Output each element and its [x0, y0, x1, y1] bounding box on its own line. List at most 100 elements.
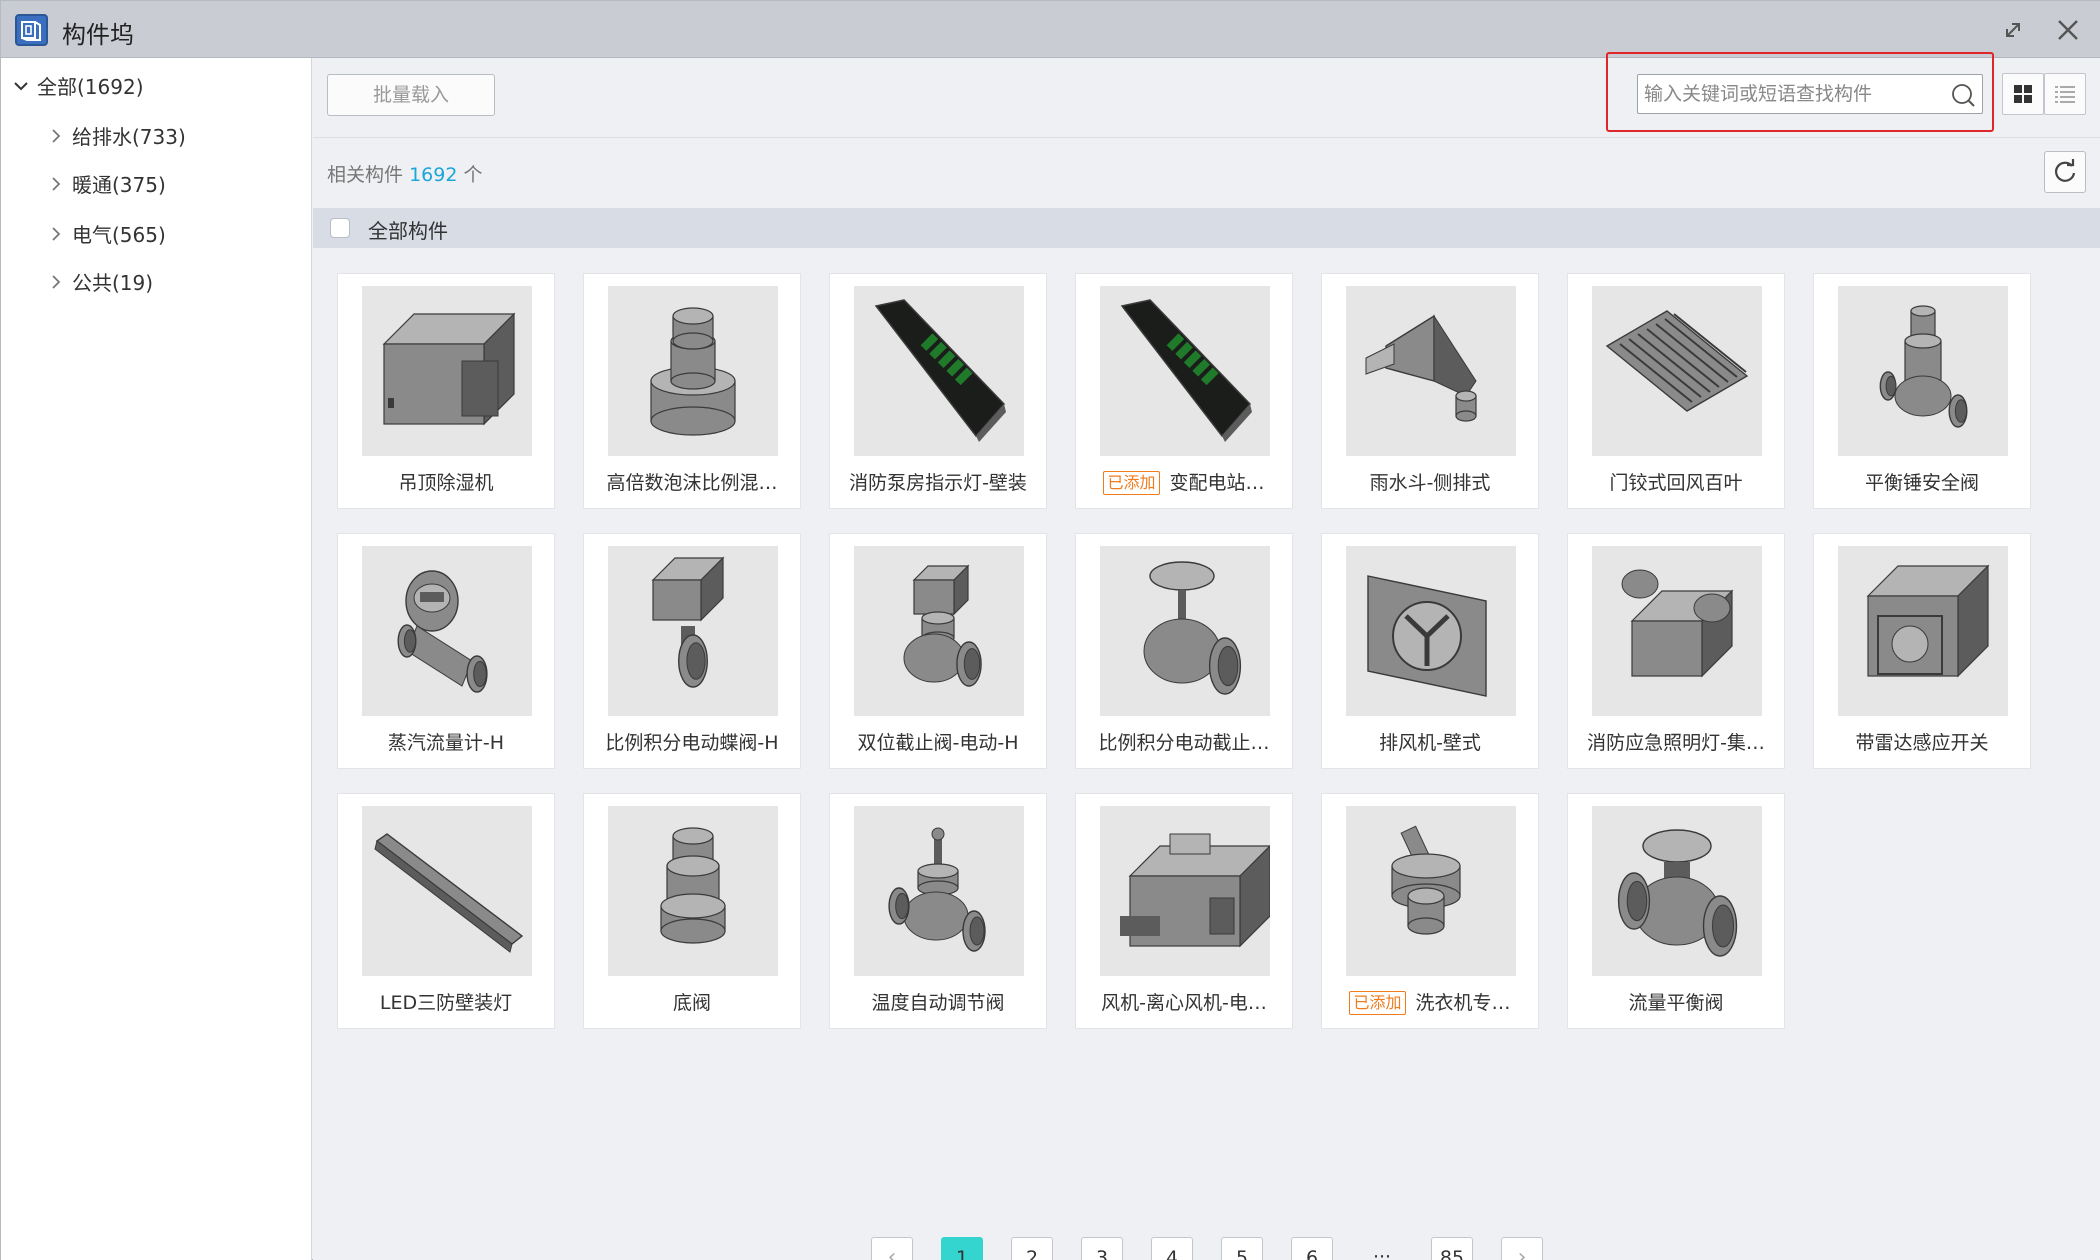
result-count: 1692 [409, 164, 458, 186]
component-name: LED三防壁装灯 [379, 992, 513, 1014]
component-card[interactable]: ▮▮▮▮▮ 已添加 变配电站… [1075, 273, 1293, 509]
component-name: 带雷达感应开关 [1855, 732, 1989, 754]
component-card[interactable]: 底阀 [583, 793, 801, 1029]
component-caption: 消防应急照明灯-集… [1572, 728, 1780, 755]
page-2-button[interactable]: 2 [1011, 1237, 1053, 1260]
prev-page-button[interactable]: ‹ [871, 1237, 913, 1260]
component-card[interactable]: 温度自动调节阀 [829, 793, 1047, 1029]
page-3-button[interactable]: 3 [1081, 1237, 1123, 1260]
list-view-icon [2055, 86, 2075, 103]
select-all-checkbox[interactable] [330, 218, 350, 238]
next-page-button[interactable]: › [1501, 1237, 1543, 1260]
refresh-button[interactable] [2044, 151, 2086, 193]
component-name: 比例积分电动蝶阀-H [605, 732, 779, 754]
component-name: 蒸汽流量计-H [387, 732, 505, 754]
component-name: 高倍数泡沫比例混… [606, 472, 778, 494]
safety-valve-icon [1838, 286, 2008, 456]
indicator-sign-icon: ▮▮▮▮▮ [1100, 286, 1270, 456]
batch-load-button[interactable]: 批量载入 [327, 74, 495, 116]
component-card[interactable]: 雨水斗-侧排式 [1321, 273, 1539, 509]
page-1-button[interactable]: 1 [941, 1237, 983, 1260]
component-card[interactable]: 排风机-壁式 [1321, 533, 1539, 769]
component-caption: 带雷达感应开关 [1818, 728, 2026, 755]
component-name: 平衡锤安全阀 [1864, 472, 1979, 494]
tree-item-label: 全部(1692) [37, 75, 144, 99]
butterfly-valve-icon [608, 546, 778, 716]
component-caption: 排风机-壁式 [1326, 728, 1534, 755]
chevron-right-icon[interactable] [48, 226, 72, 247]
search-icon[interactable] [1950, 82, 1976, 108]
component-name: 消防泵房指示灯-壁装 [849, 472, 1027, 494]
component-name: 变配电站… [1169, 472, 1265, 494]
component-name: 风机-离心风机-电… [1101, 992, 1267, 1014]
temperature-valve-icon [854, 806, 1024, 976]
component-caption: 底阀 [588, 988, 796, 1015]
component-caption: 高倍数泡沫比例混… [588, 468, 796, 495]
result-count-text: 相关构件 1692 个 [327, 160, 482, 187]
tree-item-hvac[interactable]: 暖通(375) [48, 169, 166, 199]
component-name: 吊顶除湿机 [398, 472, 494, 494]
component-card[interactable]: LED三防壁装灯 [337, 793, 555, 1029]
close-icon[interactable] [2051, 13, 2085, 47]
balancing-valve-icon [1592, 806, 1762, 976]
added-badge: 已添加 [1349, 991, 1406, 1015]
component-caption: 已添加 变配电站… [1080, 468, 1288, 495]
chevron-right-icon[interactable] [48, 176, 72, 197]
component-caption: 流量平衡阀 [1572, 988, 1780, 1015]
page-4-button[interactable]: 4 [1151, 1237, 1193, 1260]
component-card[interactable]: 比例积分电动蝶阀-H [583, 533, 801, 769]
component-card[interactable]: 带雷达感应开关 [1813, 533, 2031, 769]
component-name: 消防应急照明灯-集… [1587, 732, 1765, 754]
component-card[interactable]: 双位截止阀-电动-H [829, 533, 1047, 769]
tree-item-public[interactable]: 公共(19) [48, 267, 153, 297]
component-card[interactable]: 蒸汽流量计-H [337, 533, 555, 769]
component-card[interactable]: 风机-离心风机-电… [1075, 793, 1293, 1029]
component-caption: 温度自动调节阀 [834, 988, 1042, 1015]
page-6-button[interactable]: 6 [1291, 1237, 1333, 1260]
search-input[interactable] [1644, 75, 1944, 113]
result-count-suffix: 个 [463, 164, 483, 186]
component-caption: 消防泵房指示灯-壁装 [834, 468, 1042, 495]
component-card[interactable]: 消防应急照明灯-集… [1567, 533, 1785, 769]
component-card[interactable]: 吊顶除湿机 [337, 273, 555, 509]
chevron-right-icon[interactable] [48, 274, 72, 295]
component-card[interactable]: ▮▮▮▮▮ 消防泵房指示灯-壁装 [829, 273, 1047, 509]
centrifugal-fan-icon [1100, 806, 1272, 976]
component-name: 双位截止阀-电动-H [857, 732, 1019, 754]
search-field[interactable] [1637, 74, 1983, 114]
component-card[interactable]: 流量平衡阀 [1567, 793, 1785, 1029]
component-name: 底阀 [672, 992, 711, 1014]
wall-fan-icon [1346, 546, 1516, 716]
component-name: 排风机-壁式 [1379, 732, 1481, 754]
category-sidebar: 全部(1692) 给排水(733) 暖通(375) 电气(565) 公共(19) [1, 58, 312, 1260]
chevron-down-icon[interactable] [13, 78, 37, 99]
title-bar: 构件坞 [1, 1, 2100, 58]
list-view-button[interactable] [2044, 73, 2086, 115]
added-badge: 已添加 [1103, 471, 1160, 495]
component-caption: 双位截止阀-电动-H [834, 728, 1042, 755]
component-card[interactable]: 比例积分电动截止… [1075, 533, 1293, 769]
tree-item-electrical[interactable]: 电气(565) [48, 219, 166, 249]
component-card[interactable]: 高倍数泡沫比例混… [583, 273, 801, 509]
component-card[interactable]: 已添加 洗衣机专… [1321, 793, 1539, 1029]
rain-hopper-icon [1346, 286, 1516, 456]
component-caption: 比例积分电动蝶阀-H [588, 728, 796, 755]
chevron-right-icon[interactable] [48, 128, 72, 149]
toolbar: 批量载入 [313, 52, 2100, 138]
flow-meter-icon [362, 546, 532, 716]
page-5-button[interactable]: 5 [1221, 1237, 1263, 1260]
washer-drain-icon [1346, 806, 1516, 976]
component-name: 流量平衡阀 [1628, 992, 1724, 1014]
tree-item-plumbing[interactable]: 给排水(733) [48, 121, 186, 151]
tree-item-all[interactable]: 全部(1692) [13, 71, 144, 101]
led-tube-light-icon [362, 806, 532, 976]
refresh-icon [2054, 159, 2076, 182]
component-name: 门铰式回风百叶 [1609, 472, 1743, 494]
grid-view-button[interactable] [2002, 73, 2044, 115]
tree-item-label: 公共(19) [72, 271, 154, 295]
component-caption: 雨水斗-侧排式 [1326, 468, 1534, 495]
component-card[interactable]: 平衡锤安全阀 [1813, 273, 2031, 509]
component-card[interactable]: 门铰式回风百叶 [1567, 273, 1785, 509]
page-85-button[interactable]: 85 [1431, 1237, 1473, 1260]
maximize-icon[interactable] [1996, 13, 2030, 47]
